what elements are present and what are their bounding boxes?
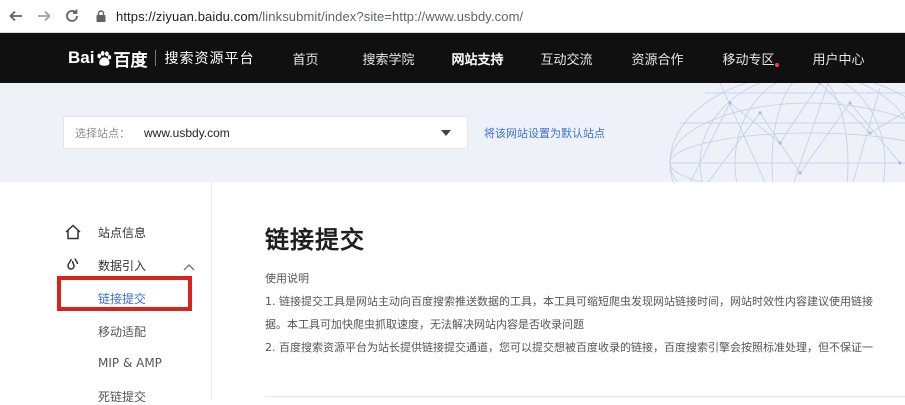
reload-icon[interactable]	[60, 4, 84, 28]
usage-line-1: 1. 链接提交工具是网站主动向百度搜索推送数据的工具，本工具可缩短爬虫发现网站链…	[265, 295, 873, 308]
logo-text-latin: Bai	[68, 48, 95, 67]
nav-item-home[interactable]: 首页	[272, 33, 338, 83]
site-banner: 选择站点： www.usbdy.com 将该网站设置为默认站点	[0, 83, 905, 182]
sidebar-item-data-import[interactable]: 数据引入	[64, 256, 146, 274]
set-default-site-link[interactable]: 将该网站设置为默认站点	[484, 125, 605, 141]
sidebar-subitem-dead-link[interactable]: 死链提交	[98, 388, 146, 405]
notification-dot	[775, 62, 780, 67]
nav-item-mobile[interactable]: 移动专区	[698, 33, 798, 83]
baidu-logo[interactable]: Bai 百度 搜索资源平台	[68, 33, 254, 83]
highlight-annotation-box	[57, 276, 192, 311]
back-arrow-icon[interactable]	[4, 4, 28, 28]
nav-item-community[interactable]: 互动交流	[516, 33, 616, 83]
sidebar-item-label: 数据引入	[98, 258, 147, 273]
url-path: /linksubmit/index?site=http://www.usbdy.…	[258, 8, 524, 24]
logo-mark: Bai 百度	[68, 46, 147, 71]
address-bar[interactable]: https://ziyuan.baidu.com/linksubmit/inde…	[94, 0, 523, 33]
nav-item-cooperation[interactable]: 资源合作	[616, 33, 698, 83]
platform-name: 搜索资源平台	[164, 51, 255, 67]
nav-item-mobile-label: 移动专区	[722, 52, 775, 68]
sidebar: 站点信息 数据引入 链接提交 移动适配 MIP & AMP 死链提交	[0, 182, 212, 404]
page-title: 链接提交	[265, 226, 365, 254]
main-content: 链接提交 使用说明 1. 链接提交工具是网站主动向百度搜索推送数据的工具，本工具…	[213, 182, 905, 400]
caret-down-icon	[441, 129, 451, 136]
lock-icon	[96, 10, 106, 22]
site-selector[interactable]: 选择站点： www.usbdy.com	[63, 116, 468, 149]
site-header: Bai 百度 搜索资源平台 首页 搜索学院 网站支持 互动交流 资源合作 移动专…	[0, 33, 905, 83]
site-selector-value: www.usbdy.com	[144, 125, 230, 140]
sidebar-subitem-mip-amp[interactable]: MIP & AMP	[98, 356, 162, 370]
data-import-icon	[67, 258, 79, 270]
sidebar-item-site-info[interactable]: 站点信息	[64, 223, 146, 241]
paw-icon	[97, 50, 112, 66]
browser-toolbar: https://ziyuan.baidu.com/linksubmit/inde…	[0, 0, 905, 33]
logo-text-chinese: 百度	[113, 50, 148, 70]
sidebar-subitem-mobile-adapt[interactable]: 移动适配	[98, 323, 146, 340]
globe-graphic	[669, 83, 905, 182]
usage-line-3: 2. 百度搜索资源平台为站长提供链接提交通道，您可以提交想被百度收录的链接，百度…	[265, 341, 873, 354]
url-domain: https://ziyuan.baidu.com	[116, 8, 259, 24]
forward-arrow-icon[interactable]	[32, 4, 56, 28]
sidebar-item-label: 站点信息	[98, 225, 147, 240]
nav-item-user-center[interactable]: 用户中心	[798, 33, 878, 83]
chevron-up-icon[interactable]	[183, 263, 195, 271]
home-icon	[65, 224, 81, 240]
usage-line-2: 据。本工具可加快爬虫抓取速度，无法解决网站内容是否收录问题	[265, 318, 584, 331]
site-selector-label: 选择站点：	[75, 126, 130, 140]
section-divider	[265, 396, 905, 397]
nav-item-academy[interactable]: 搜索学院	[338, 33, 438, 83]
main-nav: 首页 搜索学院 网站支持 互动交流 资源合作 移动专区 用户中心	[272, 33, 878, 83]
logo-divider	[155, 50, 157, 66]
url-text: https://ziyuan.baidu.com/linksubmit/inde…	[116, 9, 523, 24]
nav-item-site-support[interactable]: 网站支持	[438, 33, 516, 83]
usage-heading: 使用说明	[265, 272, 309, 285]
